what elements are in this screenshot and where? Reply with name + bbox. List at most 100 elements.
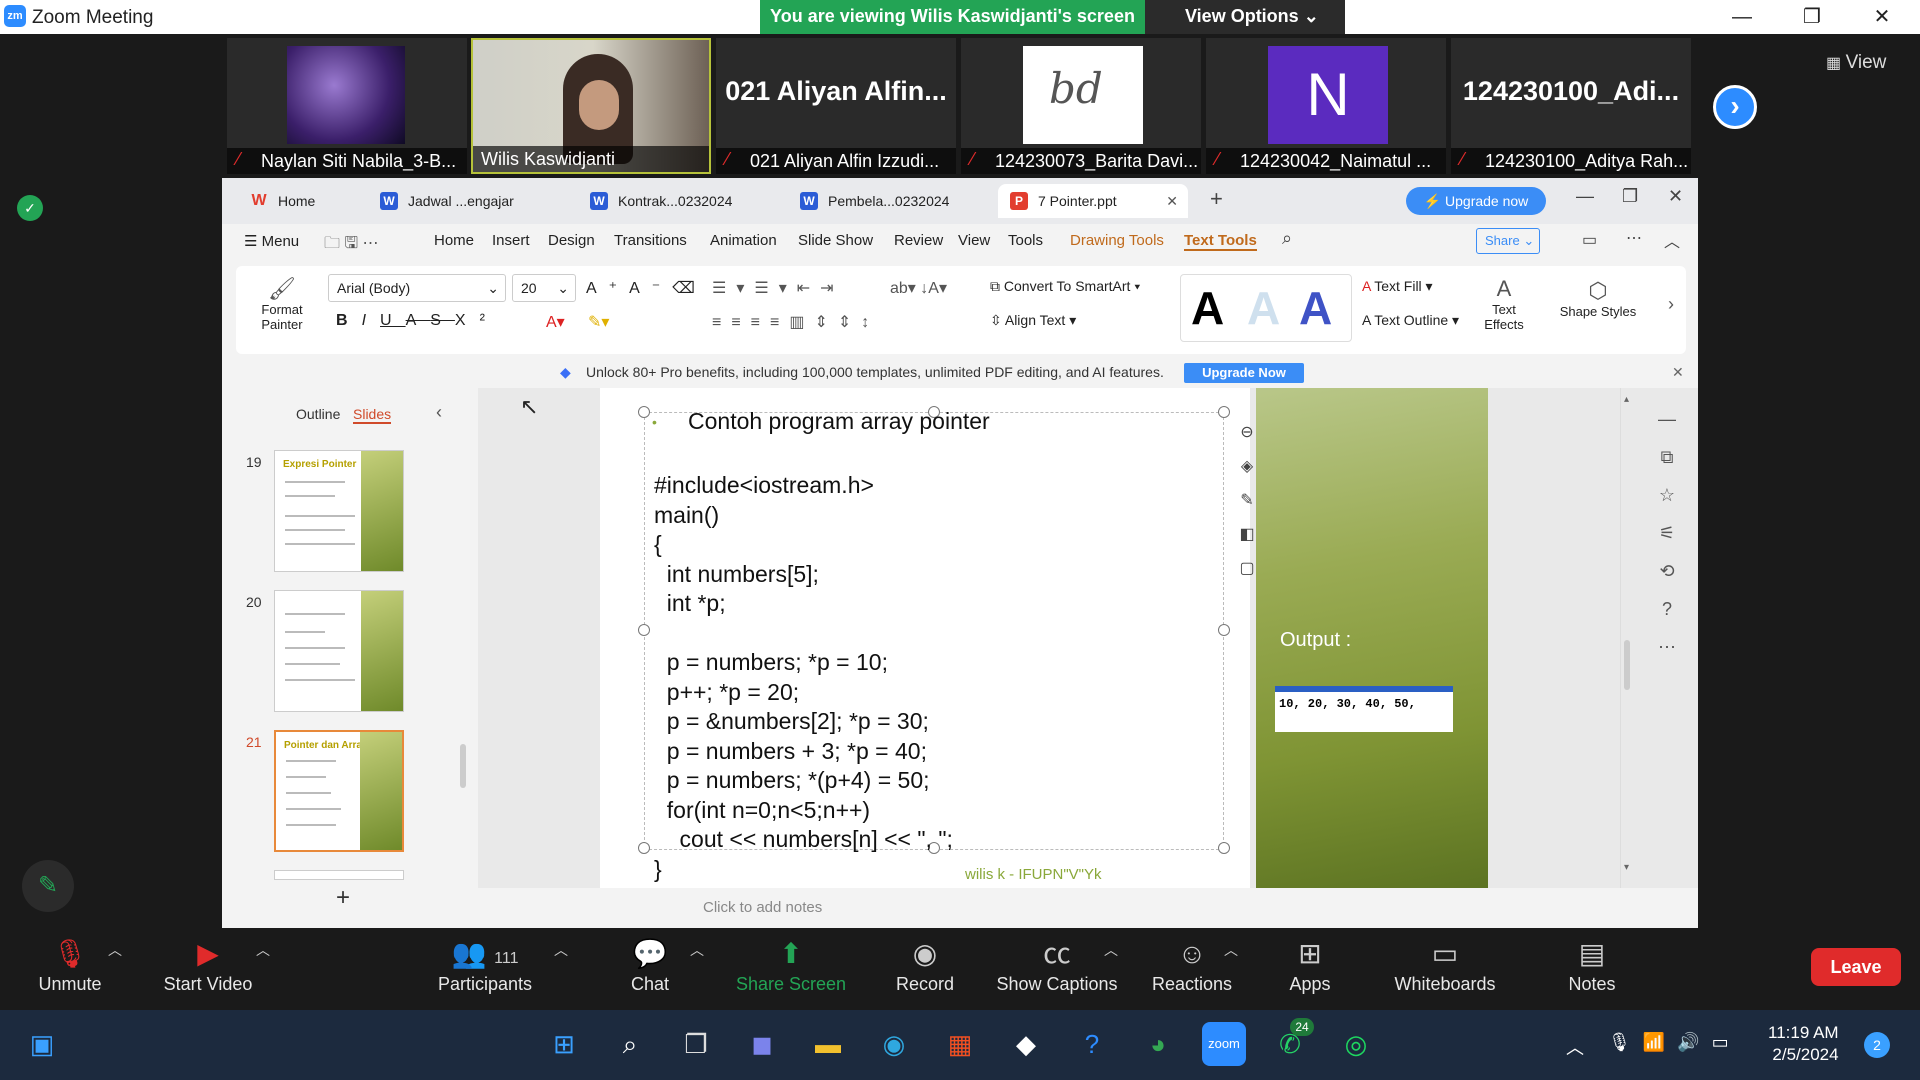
minus-icon[interactable]: — <box>1652 400 1682 438</box>
text-style-gallery[interactable]: A A A <box>1180 274 1352 342</box>
view-options-button[interactable]: View Options ⌄ <box>1145 0 1345 34</box>
tab-doc[interactable]: W Pembela...0232024 <box>788 184 988 218</box>
collapse-pane-icon[interactable]: ‹ <box>436 402 442 423</box>
restore-icon[interactable]: ❐ <box>1792 4 1832 30</box>
tab-home[interactable]: W Home <box>238 184 358 218</box>
app-icon[interactable]: ◆ <box>1004 1022 1048 1066</box>
float-toolbar[interactable]: ⊖ ◈ ✎ ◧ ▢ <box>1236 416 1258 577</box>
chat-button[interactable]: 💬 Chat <box>610 930 690 1010</box>
zoom-taskbar-icon[interactable]: zoom <box>1202 1022 1246 1066</box>
text-outline-button[interactable]: A Text Outline ▾ <box>1362 312 1459 329</box>
right-tool-rail[interactable]: — ⧉ ☆ ⚟ ⟲? ⋯ <box>1652 400 1682 666</box>
collapse-icon[interactable]: ⊖ <box>1236 416 1258 450</box>
history-icon[interactable]: ⟲ <box>1652 552 1682 590</box>
participant-tile[interactable]: bd 124230073_Barita Davi... ⁄ <box>961 38 1201 174</box>
file-icons[interactable]: 🗀 🖫 ⋯ <box>324 232 379 259</box>
record-button[interactable]: ◉ Record <box>880 930 970 1010</box>
menu-tools[interactable]: Tools <box>1008 232 1043 249</box>
menu-slide-show[interactable]: Slide Show <box>798 232 873 249</box>
ribbon-scroll-right-icon[interactable]: › <box>1668 294 1674 315</box>
close-tab-icon[interactable]: ✕ <box>1166 184 1178 218</box>
font-family-select[interactable]: Arial (Body) ⌄ <box>328 274 506 302</box>
more-icon[interactable]: ⋯ <box>1652 628 1682 666</box>
resize-handle[interactable] <box>1218 842 1230 854</box>
windows-start-icon[interactable]: ⊞ <box>542 1022 586 1066</box>
menu-button[interactable]: ☰ Menu <box>244 232 299 250</box>
whiteboards-button[interactable]: ▭ Whiteboards <box>1380 930 1510 1010</box>
add-slide-plus-icon[interactable]: + <box>336 884 350 912</box>
resize-handle[interactable] <box>1218 624 1230 636</box>
menu-animation[interactable]: Animation <box>710 232 777 249</box>
shape-styles-button[interactable]: ⬡ Shape Styles <box>1550 278 1646 319</box>
participants-button[interactable]: 👥 111 Participants <box>430 930 540 1010</box>
resize-handle[interactable] <box>638 842 650 854</box>
text-direction-icon[interactable]: ab▾ ↓A▾ <box>890 278 947 298</box>
help-icon[interactable]: ? <box>1070 1022 1114 1066</box>
search-icon[interactable]: ⌕ <box>1282 228 1292 249</box>
align-buttons[interactable]: ≡≡≡≡▥⇕⇕↕ <box>712 312 879 332</box>
unmute-button[interactable]: 🎙 Unmute <box>22 930 118 1010</box>
edge-browser-icon[interactable]: ◉ <box>872 1022 916 1066</box>
participant-tile[interactable]: N 124230042_Naimatul ... ⁄ <box>1206 38 1446 174</box>
copy-icon[interactable]: ⧉ <box>1652 438 1682 476</box>
menu-design[interactable]: Design <box>548 232 595 249</box>
slide-thumbnail[interactable] <box>274 870 404 880</box>
next-page-arrow-icon[interactable]: › <box>1713 85 1757 129</box>
text-effects-button[interactable]: A Text Effects <box>1476 276 1532 332</box>
star-icon[interactable]: ☆ <box>1652 476 1682 514</box>
start-video-button[interactable]: ▶ Start Video <box>150 930 266 1010</box>
chevron-up-icon[interactable]: ︿ <box>690 940 704 960</box>
new-tab-plus-icon[interactable]: + <box>1210 186 1223 212</box>
share-screen-button[interactable]: ⬆ Share Screen <box>726 930 856 1010</box>
microsoft-store-icon[interactable]: ▦ <box>938 1022 982 1066</box>
help-icon[interactable]: ? <box>1652 590 1682 628</box>
taskbar-clock[interactable]: 11:19 AM 2/5/2024 <box>1768 1022 1839 1066</box>
tab-slides[interactable]: Slides <box>353 406 392 424</box>
menu-home[interactable]: Home <box>434 232 474 249</box>
font-size-select[interactable]: 20 ⌄ <box>512 274 576 302</box>
share-button[interactable]: Share ⌄ <box>1476 228 1540 254</box>
comment-icon[interactable]: ▭ <box>1582 230 1597 250</box>
teams-chat-icon[interactable]: ◼ <box>740 1022 784 1066</box>
frame-icon[interactable]: ▢ <box>1236 552 1258 586</box>
menu-review[interactable]: Review <box>894 232 943 249</box>
tray-chevron-up-icon[interactable]: ︿ <box>1566 1034 1584 1060</box>
highlight-icon[interactable]: ✎▾ <box>588 312 609 332</box>
close-icon[interactable]: ✕ <box>1668 186 1683 207</box>
promo-upgrade-button[interactable]: Upgrade Now <box>1184 363 1304 383</box>
participant-tile[interactable]: Naylan Siti Nabila_3-B... ⁄ <box>227 38 467 174</box>
apps-button[interactable]: ⊞ Apps <box>1270 930 1350 1010</box>
upgrade-now-button[interactable]: ⚡ Upgrade now <box>1406 187 1546 215</box>
participant-tile[interactable]: 021 Aliyan Alfin... 021 Aliyan Alfin Izz… <box>716 38 956 174</box>
minimize-icon[interactable]: — <box>1722 4 1762 30</box>
file-explorer-icon[interactable]: ▬ <box>806 1022 850 1066</box>
layers-icon[interactable]: ◈ <box>1236 450 1258 484</box>
tab-outline[interactable]: Outline <box>296 406 340 422</box>
slide-thumbnail[interactable]: Expresi Pointer <box>274 450 404 572</box>
font-size-controls[interactable]: A⁺A⁻⌫ <box>586 278 707 298</box>
participant-tile-active-speaker[interactable]: Wilis Kaswidjanti <box>471 38 711 174</box>
chevron-up-icon[interactable]: ︿ <box>1104 940 1118 960</box>
menu-view[interactable]: View <box>958 232 990 249</box>
search-icon[interactable]: ⌕ <box>608 1022 652 1066</box>
font-style-buttons[interactable]: BIUASX² <box>336 312 499 330</box>
notes-button[interactable]: ▤ Notes <box>1550 930 1634 1010</box>
spotify-icon[interactable]: ◎ <box>1334 1022 1378 1066</box>
participant-tile[interactable]: 124230100_Adi... 124230100_Aditya Rah...… <box>1451 38 1691 174</box>
tab-doc[interactable]: W Jadwal ...engajar <box>368 184 568 218</box>
close-icon[interactable]: ✕ <box>1862 4 1902 30</box>
list-buttons[interactable]: ☰▾☰▾⇤⇥ <box>712 278 844 298</box>
font-color-icon[interactable]: A▾ <box>546 312 565 332</box>
slide-bullet-text[interactable]: Contoh program array pointer <box>688 408 990 435</box>
leave-button[interactable]: Leave <box>1811 948 1901 986</box>
resize-handle[interactable] <box>1218 406 1230 418</box>
chrome-icon[interactable]: ◕ <box>1136 1022 1180 1066</box>
annotate-pencil-icon[interactable]: ✎ <box>22 860 74 912</box>
tab-doc[interactable]: W Kontrak...0232024 <box>578 184 778 218</box>
view-button[interactable]: ▦ View <box>1826 52 1886 74</box>
brush-icon[interactable]: ✎ <box>1236 484 1258 518</box>
settings-sliders-icon[interactable]: ⚟ <box>1652 514 1682 552</box>
minimize-icon[interactable]: — <box>1576 186 1594 207</box>
align-text-button[interactable]: ⇳ Align Text ▾ <box>990 312 1076 329</box>
fill-icon[interactable]: ◧ <box>1236 518 1258 552</box>
